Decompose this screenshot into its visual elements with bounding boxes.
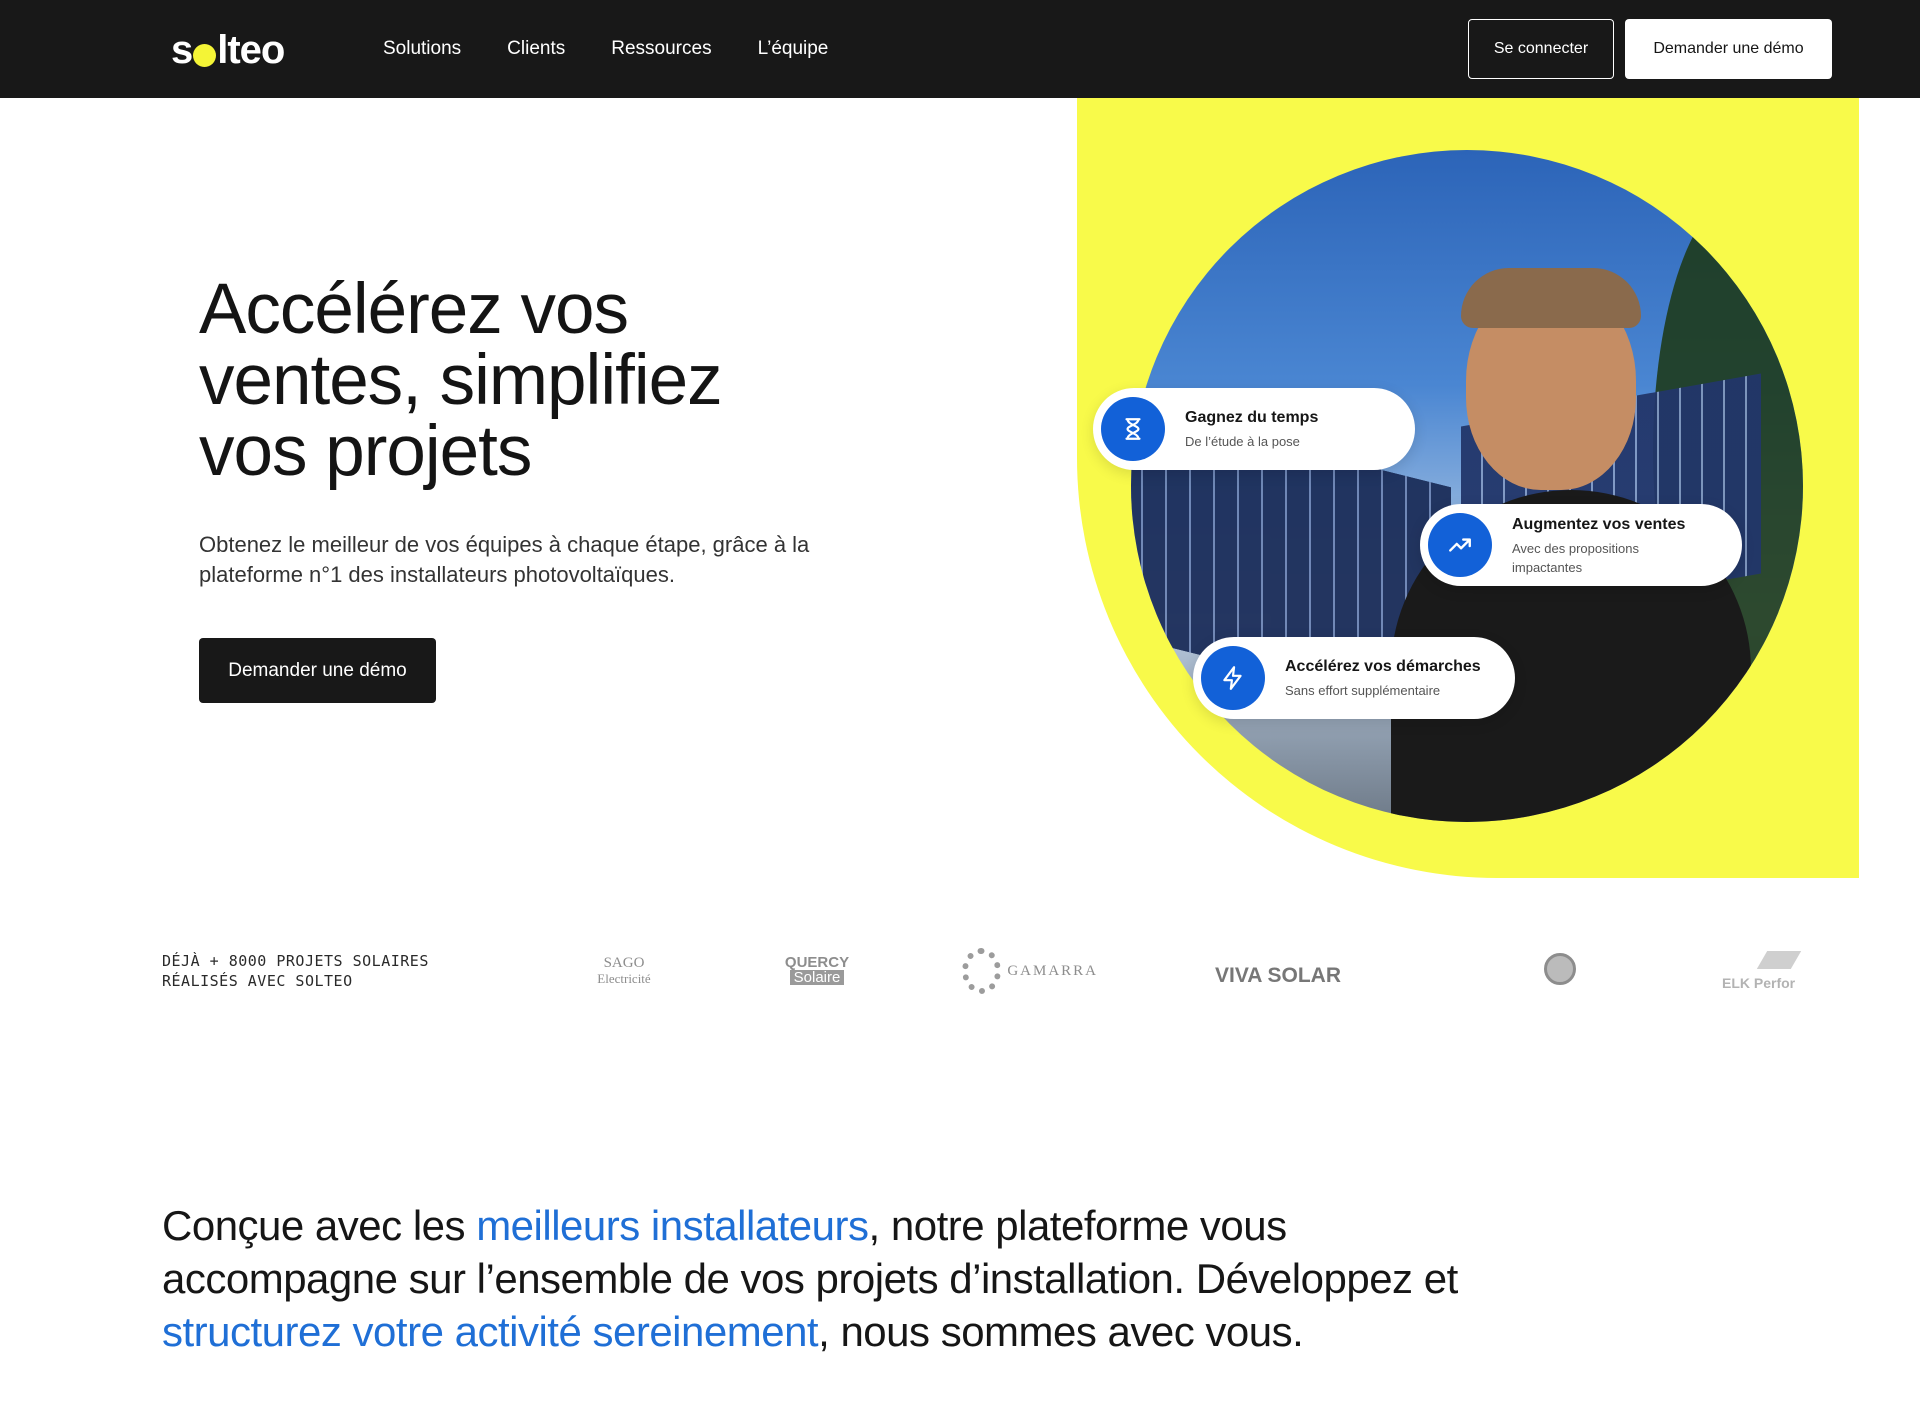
login-button[interactable]: Se connecter bbox=[1468, 19, 1614, 79]
client-logo-elk: ELK Perfor bbox=[1722, 944, 1832, 998]
elk-roof-icon bbox=[1756, 951, 1802, 969]
feature-subtitle: Avec des propositions impactantes bbox=[1512, 540, 1639, 575]
main-nav: Solutions Clients Ressources L’équipe bbox=[383, 36, 828, 62]
quercy-logo-sub: Solaire bbox=[789, 970, 845, 985]
logo-dot bbox=[193, 43, 217, 67]
client-logo-globe bbox=[1535, 944, 1585, 994]
lightning-icon bbox=[1201, 646, 1265, 710]
client-logo-quercy: QUERCY Solaire bbox=[776, 948, 858, 992]
hero-visual: Gagnez du temps De l’étude à la pose Aug… bbox=[1077, 98, 1859, 878]
viva-solar-logo-name: VIVA SOLAR bbox=[1214, 964, 1341, 987]
hourglass-icon bbox=[1101, 397, 1165, 461]
intro-text-1: Conçue avec les bbox=[162, 1202, 477, 1249]
intro-text-3: , nous sommes avec vous. bbox=[818, 1308, 1304, 1355]
nav-link-clients[interactable]: Clients bbox=[507, 36, 565, 62]
intro-paragraph: Conçue avec les meilleurs installateurs,… bbox=[162, 1199, 1462, 1358]
nav-demo-button[interactable]: Demander une démo bbox=[1625, 19, 1832, 79]
hero-title-line-2: ventes, simplifiez bbox=[199, 341, 723, 420]
feature-subtitle: De l’étude à la pose bbox=[1185, 434, 1300, 449]
photo-person-hair bbox=[1461, 268, 1641, 328]
solteo-logo[interactable]: s lteo bbox=[171, 28, 285, 72]
quercy-logo-name: QUERCY bbox=[784, 954, 850, 971]
nav-link-solutions[interactable]: Solutions bbox=[383, 36, 461, 62]
intro-highlight-structure: structurez votre activité sereinement bbox=[162, 1308, 819, 1355]
feature-subtitle: Sans effort supplémentaire bbox=[1285, 683, 1441, 698]
hero-title-line-1: Accélérez vos bbox=[199, 270, 629, 349]
nav-link-equipe[interactable]: L’équipe bbox=[758, 36, 829, 62]
projects-count-line-1: DÉJÀ + 8000 PROJETS SOLAIRES bbox=[162, 952, 429, 970]
globe-icon bbox=[1544, 953, 1576, 985]
feature-pill-sales: Augmentez vos ventes Avec des propositio… bbox=[1420, 504, 1742, 586]
installer-photo bbox=[1131, 150, 1803, 822]
hero-title-line-3: vos projets bbox=[199, 412, 532, 491]
feature-title: Augmentez vos ventes bbox=[1512, 515, 1686, 533]
trending-up-icon bbox=[1428, 513, 1492, 577]
sago-logo-sub: Electricité bbox=[597, 970, 651, 986]
client-logo-viva-solar: VIVA SOLAR bbox=[1203, 956, 1353, 996]
client-logo-sago: SAGO Electricité bbox=[578, 940, 670, 1000]
sago-logo-name: SAGO bbox=[603, 954, 645, 971]
feature-title: Gagnez du temps bbox=[1185, 409, 1319, 426]
logo-text-start: s bbox=[171, 28, 193, 72]
feature-title: Accélérez vos démarches bbox=[1285, 658, 1481, 675]
gamarra-flower-icon bbox=[962, 948, 1002, 994]
logo-text-end: lteo bbox=[217, 28, 285, 72]
projects-count-line-2: RÉALISÉS AVEC SOLTEO bbox=[162, 972, 353, 990]
hero-title: Accélérez vos ventes, simplifiez vos pro… bbox=[199, 274, 839, 487]
feature-pill-time: Gagnez du temps De l’étude à la pose bbox=[1093, 388, 1415, 470]
projects-count-text: DÉJÀ + 8000 PROJETS SOLAIRES RÉALISÉS AV… bbox=[162, 951, 462, 991]
elk-logo-name: ELK Perfor bbox=[1722, 975, 1796, 991]
top-navbar: s lteo Solutions Clients Ressources L’équ… bbox=[0, 0, 1920, 98]
hero-demo-button[interactable]: Demander une démo bbox=[199, 638, 436, 703]
client-logo-gamarra: GAMARRA bbox=[962, 944, 1098, 998]
intro-highlight-installers: meilleurs installateurs bbox=[476, 1202, 869, 1249]
nav-link-ressources[interactable]: Ressources bbox=[611, 36, 711, 62]
hero-subtitle: Obtenez le meilleur de vos équipes à cha… bbox=[199, 532, 810, 587]
gamarra-logo-name: GAMARRA bbox=[1007, 962, 1098, 979]
feature-pill-admin: Accélérez vos démarches Sans effort supp… bbox=[1193, 637, 1515, 719]
